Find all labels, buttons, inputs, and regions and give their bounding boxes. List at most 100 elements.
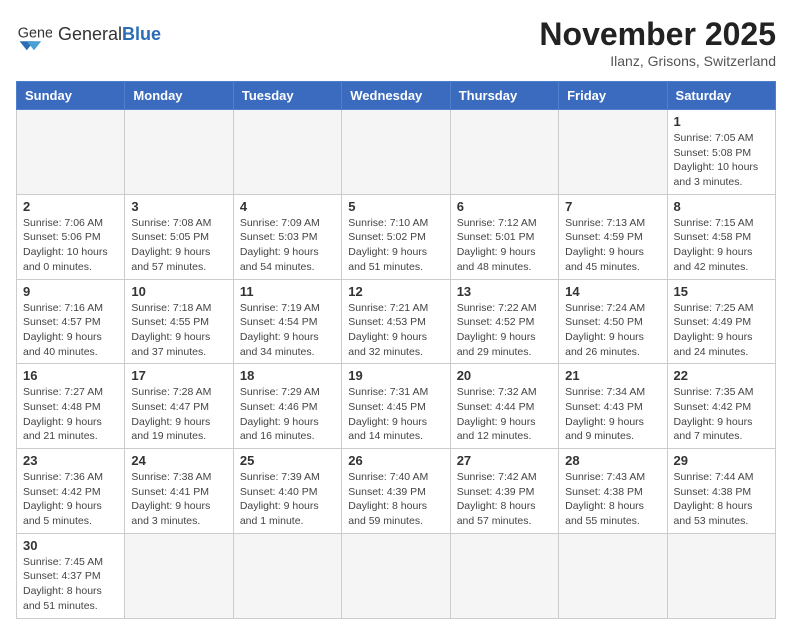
weekday-header-sunday: Sunday [17,82,125,110]
day-number: 29 [674,453,769,468]
day-info: Sunrise: 7:10 AM Sunset: 5:02 PM Dayligh… [348,216,443,275]
day-number: 10 [131,284,226,299]
day-info: Sunrise: 7:19 AM Sunset: 4:54 PM Dayligh… [240,301,335,360]
day-cell: 28Sunrise: 7:43 AM Sunset: 4:38 PM Dayli… [559,449,667,534]
day-info: Sunrise: 7:28 AM Sunset: 4:47 PM Dayligh… [131,385,226,444]
week-row-1: 1 Sunrise: 7:05 AM Sunset: 5:08 PM Daylig… [17,110,776,195]
day-cell [667,533,775,618]
day-cell: 3 Sunrise: 7:08 AM Sunset: 5:05 PM Daylig… [125,194,233,279]
day-number: 18 [240,368,335,383]
day-number: 14 [565,284,660,299]
day-info: Sunrise: 7:29 AM Sunset: 4:46 PM Dayligh… [240,385,335,444]
day-info: Sunrise: 7:43 AM Sunset: 4:38 PM Dayligh… [565,470,660,529]
day-cell: 25 Sunrise: 7:39 AM Sunset: 4:40 PM Dayli… [233,449,341,534]
day-cell: 20 Sunrise: 7:32 AM Sunset: 4:44 PM Dayli… [450,364,558,449]
day-info: Sunrise: 7:05 AM Sunset: 5:08 PM Dayligh… [674,131,769,190]
day-info: Sunrise: 7:24 AM Sunset: 4:50 PM Dayligh… [565,301,660,360]
day-cell: 4 Sunrise: 7:09 AM Sunset: 5:03 PM Daylig… [233,194,341,279]
day-cell: 10 Sunrise: 7:18 AM Sunset: 4:55 PM Dayli… [125,279,233,364]
day-cell: 14 Sunrise: 7:24 AM Sunset: 4:50 PM Dayli… [559,279,667,364]
day-info: Sunrise: 7:16 AM Sunset: 4:57 PM Dayligh… [23,301,118,360]
day-number: 1 [674,114,769,129]
day-cell: 7 Sunrise: 7:13 AM Sunset: 4:59 PM Daylig… [559,194,667,279]
day-cell: 1 Sunrise: 7:05 AM Sunset: 5:08 PM Daylig… [667,110,775,195]
day-number: 25 [240,453,335,468]
day-number: 6 [457,199,552,214]
day-number: 12 [348,284,443,299]
day-info: Sunrise: 7:32 AM Sunset: 4:44 PM Dayligh… [457,385,552,444]
day-info: Sunrise: 7:36 AM Sunset: 4:42 PM Dayligh… [23,470,118,529]
weekday-header-wednesday: Wednesday [342,82,450,110]
day-info: Sunrise: 7:40 AM Sunset: 4:39 PM Dayligh… [348,470,443,529]
day-cell: 21Sunrise: 7:34 AM Sunset: 4:43 PM Dayli… [559,364,667,449]
week-row-2: 2 Sunrise: 7:06 AM Sunset: 5:06 PM Daylig… [17,194,776,279]
day-cell [559,533,667,618]
location: Ilanz, Grisons, Switzerland [539,53,776,69]
generalblue-logo-icon: General [16,16,52,52]
day-cell [125,110,233,195]
day-info: Sunrise: 7:31 AM Sunset: 4:45 PM Dayligh… [348,385,443,444]
day-cell: 19Sunrise: 7:31 AM Sunset: 4:45 PM Dayli… [342,364,450,449]
weekday-header-saturday: Saturday [667,82,775,110]
day-number: 22 [674,368,769,383]
day-info: Sunrise: 7:09 AM Sunset: 5:03 PM Dayligh… [240,216,335,275]
day-cell: 18 Sunrise: 7:29 AM Sunset: 4:46 PM Dayli… [233,364,341,449]
day-info: Sunrise: 7:12 AM Sunset: 5:01 PM Dayligh… [457,216,552,275]
day-info: Sunrise: 7:08 AM Sunset: 5:05 PM Dayligh… [131,216,226,275]
day-cell: 22Sunrise: 7:35 AM Sunset: 4:42 PM Dayli… [667,364,775,449]
day-cell [17,110,125,195]
day-cell: 30 Sunrise: 7:45 AM Sunset: 4:37 PM Dayli… [17,533,125,618]
day-info: Sunrise: 7:13 AM Sunset: 4:59 PM Dayligh… [565,216,660,275]
day-number: 2 [23,199,118,214]
day-cell: 2 Sunrise: 7:06 AM Sunset: 5:06 PM Daylig… [17,194,125,279]
week-row-5: 23 Sunrise: 7:36 AM Sunset: 4:42 PM Dayli… [17,449,776,534]
day-cell: 26Sunrise: 7:40 AM Sunset: 4:39 PM Dayli… [342,449,450,534]
day-cell: 24Sunrise: 7:38 AM Sunset: 4:41 PM Dayli… [125,449,233,534]
day-number: 23 [23,453,118,468]
day-info: Sunrise: 7:06 AM Sunset: 5:06 PM Dayligh… [23,216,118,275]
day-cell [559,110,667,195]
weekday-header-friday: Friday [559,82,667,110]
day-number: 11 [240,284,335,299]
day-info: Sunrise: 7:15 AM Sunset: 4:58 PM Dayligh… [674,216,769,275]
day-info: Sunrise: 7:45 AM Sunset: 4:37 PM Dayligh… [23,555,118,614]
logo: General GeneralBlue [16,16,161,52]
weekday-header-row: SundayMondayTuesdayWednesdayThursdayFrid… [17,82,776,110]
day-info: Sunrise: 7:44 AM Sunset: 4:38 PM Dayligh… [674,470,769,529]
weekday-header-thursday: Thursday [450,82,558,110]
day-cell: 9 Sunrise: 7:16 AM Sunset: 4:57 PM Daylig… [17,279,125,364]
day-number: 21 [565,368,660,383]
day-info: Sunrise: 7:21 AM Sunset: 4:53 PM Dayligh… [348,301,443,360]
title-area: November 2025 Ilanz, Grisons, Switzerlan… [539,16,776,69]
day-number: 8 [674,199,769,214]
day-number: 3 [131,199,226,214]
weekday-header-monday: Monday [125,82,233,110]
week-row-3: 9 Sunrise: 7:16 AM Sunset: 4:57 PM Daylig… [17,279,776,364]
month-title: November 2025 [539,16,776,53]
logo-text-normal: General [58,24,122,44]
day-cell: 29 Sunrise: 7:44 AM Sunset: 4:38 PM Dayli… [667,449,775,534]
day-number: 13 [457,284,552,299]
svg-text:General: General [18,26,52,42]
day-cell: 6 Sunrise: 7:12 AM Sunset: 5:01 PM Daylig… [450,194,558,279]
day-info: Sunrise: 7:27 AM Sunset: 4:48 PM Dayligh… [23,385,118,444]
day-info: Sunrise: 7:25 AM Sunset: 4:49 PM Dayligh… [674,301,769,360]
day-info: Sunrise: 7:18 AM Sunset: 4:55 PM Dayligh… [131,301,226,360]
day-number: 4 [240,199,335,214]
day-cell: 15Sunrise: 7:25 AM Sunset: 4:49 PM Dayli… [667,279,775,364]
header: General GeneralBlue November 2025 Ilanz,… [16,16,776,69]
day-cell: 12 Sunrise: 7:21 AM Sunset: 4:53 PM Dayli… [342,279,450,364]
day-cell [233,533,341,618]
day-cell: 17Sunrise: 7:28 AM Sunset: 4:47 PM Dayli… [125,364,233,449]
day-info: Sunrise: 7:39 AM Sunset: 4:40 PM Dayligh… [240,470,335,529]
day-number: 30 [23,538,118,553]
day-cell [342,533,450,618]
day-cell [450,533,558,618]
weekday-header-tuesday: Tuesday [233,82,341,110]
day-info: Sunrise: 7:22 AM Sunset: 4:52 PM Dayligh… [457,301,552,360]
day-cell: 23 Sunrise: 7:36 AM Sunset: 4:42 PM Dayli… [17,449,125,534]
day-number: 9 [23,284,118,299]
day-number: 5 [348,199,443,214]
day-number: 7 [565,199,660,214]
day-number: 20 [457,368,552,383]
